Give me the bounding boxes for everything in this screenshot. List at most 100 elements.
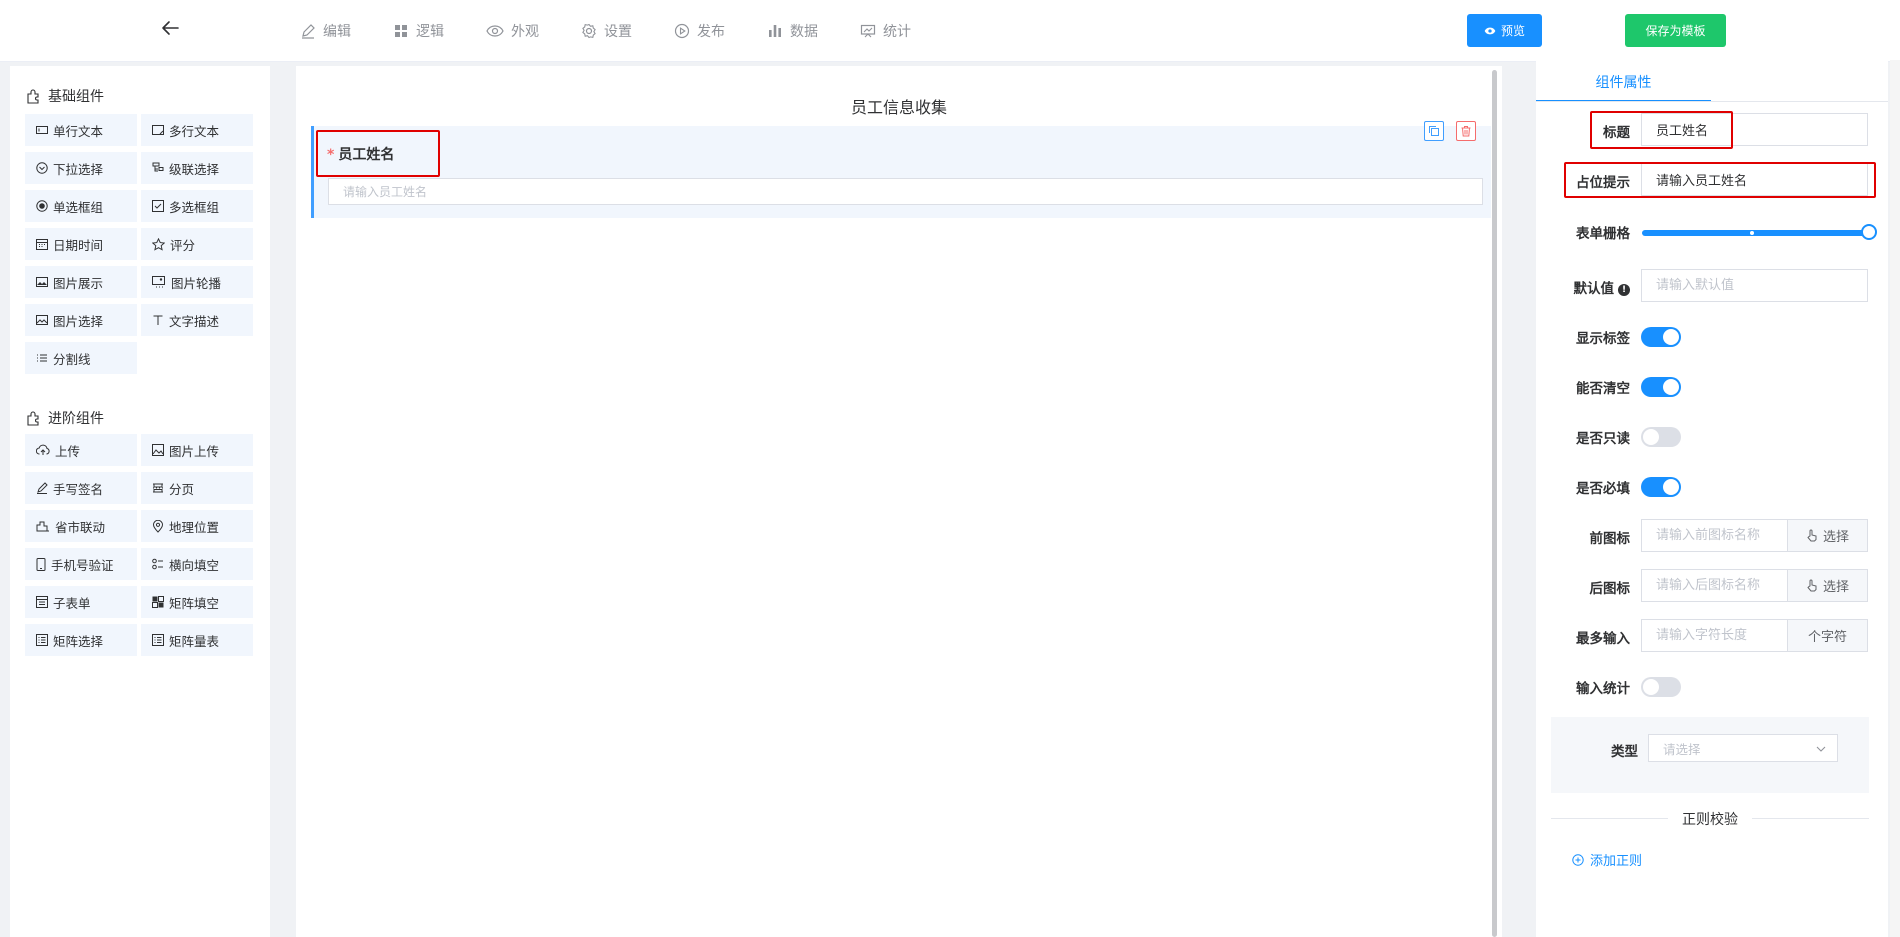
prop-title-input[interactable] (1641, 113, 1868, 146)
required-switch[interactable] (1641, 477, 1681, 497)
component-text-description[interactable]: 文字描述 (141, 304, 253, 336)
component-label: 图片展示 (53, 275, 104, 291)
nav-settings[interactable]: 设置 (581, 21, 632, 41)
field-preview-input[interactable] (328, 178, 1483, 205)
prefix-select-label: 选择 (1822, 530, 1849, 545)
type-select-placeholder: 请选择 (1663, 741, 1701, 757)
component-matrix-select[interactable]: 矩阵选择 (25, 624, 137, 656)
component-matrix-scale[interactable]: 矩阵量表 (141, 624, 253, 656)
component-image-display[interactable]: 图片展示 (25, 266, 137, 298)
tab-component-properties[interactable]: 组件属性 (1536, 60, 1711, 102)
component-pagination[interactable]: 分页 (141, 472, 253, 504)
show-label-switch[interactable] (1641, 327, 1681, 347)
component-multi-line-text[interactable]: 多行文本 (141, 114, 253, 146)
component-label: 子表单 (53, 595, 91, 611)
matrix-select-icon (36, 634, 48, 646)
info-icon: ! (1618, 284, 1630, 296)
nav-appearance[interactable]: 外观 (486, 21, 539, 41)
preview-button-label: 预览 (1500, 24, 1525, 38)
top-toolbar: 编辑 逻辑 外观 设置 发布 数据 统计 预览 保存为模板 (0, 0, 1900, 62)
component-horizontal-fill[interactable]: 横向填空 (141, 548, 253, 580)
nav-edit[interactable]: 编辑 (300, 21, 351, 41)
pointer-hand-icon (1807, 529, 1817, 542)
copy-field-button[interactable] (1424, 121, 1444, 141)
top-nav: 编辑 逻辑 外观 设置 发布 数据 统计 (300, 0, 953, 62)
properties-scrollbar[interactable] (1890, 60, 1900, 937)
nav-edit-label: 编辑 (323, 24, 351, 40)
component-single-line-text[interactable]: 单行文本 (25, 114, 137, 146)
component-image-carousel[interactable]: 图片轮播 (141, 266, 253, 298)
component-dropdown-select[interactable]: 下拉选择 (25, 152, 137, 184)
component-label: 图片选择 (53, 313, 104, 329)
nav-publish[interactable]: 发布 (674, 21, 725, 41)
nav-statistics-label: 统计 (883, 24, 911, 40)
word-count-switch[interactable] (1641, 677, 1681, 697)
component-phone-verify[interactable]: 手机号验证 (25, 548, 137, 580)
image-icon (36, 277, 48, 287)
eye-icon (1484, 27, 1496, 34)
plus-circle-icon (1572, 853, 1584, 866)
preview-button[interactable]: 预览 (1467, 14, 1542, 47)
cascader-icon (152, 162, 164, 172)
component-cascader[interactable]: 级联选择 (141, 152, 253, 184)
input-icon (36, 126, 48, 134)
component-rate[interactable]: 评分 (141, 228, 253, 260)
component-radio-group[interactable]: 单选框组 (25, 190, 137, 222)
prop-grid-label: 表单栅格 (1576, 226, 1630, 242)
grid-span-slider-track[interactable] (1642, 230, 1868, 236)
suffix-icon-input[interactable] (1641, 569, 1788, 602)
nav-data-label: 数据 (790, 24, 818, 40)
component-upload[interactable]: 上传 (25, 434, 137, 466)
required-mark: * (327, 147, 335, 163)
add-regex-label: 添加正则 (1590, 854, 1643, 869)
component-label: 省市联动 (55, 519, 106, 535)
back-arrow-icon[interactable] (158, 16, 182, 40)
component-label: 手写签名 (53, 481, 104, 497)
logic-icon (395, 25, 407, 37)
advanced-components-title: 进阶组件 (48, 411, 104, 427)
clearable-switch[interactable] (1641, 377, 1681, 397)
type-select[interactable]: 请选择 (1648, 734, 1838, 762)
regex-section-title: 正则校验 (1668, 809, 1752, 829)
delete-field-button[interactable] (1456, 121, 1476, 141)
suffix-icon-select-button[interactable]: 选择 (1787, 569, 1868, 602)
component-datetime[interactable]: 日期时间 (25, 228, 137, 260)
component-subform[interactable]: 子表单 (25, 586, 137, 618)
readonly-switch[interactable] (1641, 427, 1681, 447)
component-label: 图片上传 (169, 443, 220, 459)
prefix-icon-input[interactable] (1641, 519, 1788, 552)
edit-icon (302, 24, 315, 39)
save-as-template-button[interactable]: 保存为模板 (1625, 14, 1726, 47)
nav-statistics[interactable]: 统计 (860, 21, 911, 41)
nav-data[interactable]: 数据 (767, 21, 818, 41)
canvas-scrollbar[interactable] (1492, 70, 1497, 937)
prop-placeholder-input[interactable] (1641, 163, 1868, 196)
field-label: * 员工姓名 (327, 144, 394, 164)
prop-default-input[interactable] (1641, 269, 1868, 302)
component-location[interactable]: 地理位置 (141, 510, 253, 542)
nav-logic-label: 逻辑 (416, 24, 444, 40)
nav-logic[interactable]: 逻辑 (393, 21, 444, 41)
component-signature[interactable]: 手写签名 (25, 472, 137, 504)
component-matrix-fill[interactable]: 矩阵填空 (141, 586, 253, 618)
form-field-employee-name[interactable]: * 员工姓名 (311, 126, 1491, 218)
advanced-components-header: 进阶组件 (26, 408, 104, 428)
prop-default-label-text: 默认值 (1573, 281, 1615, 297)
maxlength-input[interactable] (1641, 619, 1788, 652)
component-image-upload[interactable]: 图片上传 (141, 434, 253, 466)
grid-span-slider-handle[interactable] (1861, 224, 1877, 240)
regex-divider-left (1551, 818, 1668, 819)
component-label: 评分 (170, 237, 196, 253)
component-province-city[interactable]: 省市联动 (25, 510, 137, 542)
divider-icon (37, 354, 47, 362)
image-upload-icon (152, 444, 164, 456)
textarea-icon (152, 125, 164, 135)
component-checkbox-group[interactable]: 多选框组 (141, 190, 253, 222)
component-divider[interactable]: 分割线 (25, 342, 137, 374)
prop-maxlength-label: 最多输入 (1576, 631, 1630, 647)
component-image-select[interactable]: 图片选择 (25, 304, 137, 336)
component-label: 多行文本 (169, 123, 220, 139)
prefix-icon-select-button[interactable]: 选择 (1787, 519, 1868, 552)
add-regex-button[interactable]: 添加正则 (1572, 850, 1642, 869)
tab-divider (1536, 101, 1888, 102)
